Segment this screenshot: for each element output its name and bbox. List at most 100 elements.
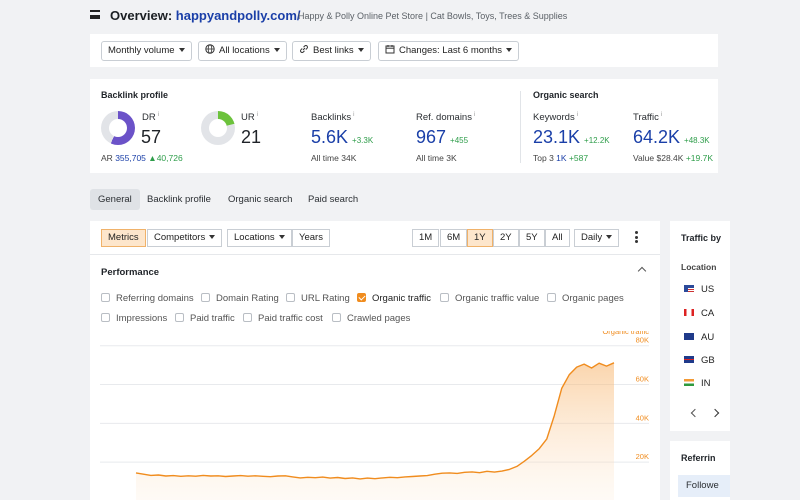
checkbox-box bbox=[243, 313, 252, 322]
ur-label[interactable]: UR i bbox=[241, 112, 258, 123]
performance-card: Metrics Competitors Locations Years 1M 6… bbox=[90, 221, 660, 500]
info-icon[interactable]: i bbox=[158, 112, 159, 118]
checkbox-box bbox=[357, 293, 366, 302]
checkbox-label: Paid traffic cost bbox=[258, 313, 323, 324]
ar-row: AR 355,705 ▲40,726 bbox=[101, 153, 183, 163]
organic-traffic-chart: Organic traffic80K60K40K20K bbox=[100, 331, 649, 500]
country-row-us[interactable]: US bbox=[684, 284, 714, 295]
range-1y[interactable]: 1Y bbox=[467, 229, 493, 247]
divider bbox=[90, 254, 660, 255]
country-label: IN bbox=[701, 378, 711, 389]
caret-down-icon bbox=[178, 48, 185, 53]
checkbox-impressions[interactable]: Impressions bbox=[101, 313, 167, 324]
ref-domains-value: 967 bbox=[416, 127, 447, 147]
top3-delta: +587 bbox=[568, 153, 589, 163]
info-icon[interactable]: i bbox=[257, 112, 258, 118]
chevron-up-icon[interactable] bbox=[637, 266, 647, 276]
checkbox-label: Crawled pages bbox=[347, 313, 411, 324]
traffic-metric[interactable]: 64.2K +48.3K bbox=[633, 127, 710, 148]
checkbox-referring-domains[interactable]: Referring domains bbox=[101, 293, 194, 304]
au-flag-icon bbox=[684, 333, 694, 340]
range-6m[interactable]: 6M bbox=[440, 229, 468, 247]
links-dropdown[interactable]: Best links bbox=[292, 41, 371, 61]
us-flag-icon bbox=[684, 285, 694, 292]
range-1m[interactable]: 1M bbox=[412, 229, 440, 247]
country-row-in[interactable]: IN bbox=[684, 378, 711, 389]
top3-value[interactable]: 1K bbox=[556, 153, 566, 163]
ref-domains-label[interactable]: Ref. domains i bbox=[416, 112, 475, 123]
locations-filter-dropdown[interactable]: Locations bbox=[227, 229, 292, 247]
country-row-gb[interactable]: GB bbox=[684, 355, 715, 366]
checkbox-url-rating[interactable]: URL Rating bbox=[286, 293, 350, 304]
locations-dropdown[interactable]: All locations bbox=[198, 41, 287, 61]
checkbox-crawled-pages[interactable]: Crawled pages bbox=[332, 313, 410, 324]
info-icon[interactable]: i bbox=[577, 112, 578, 118]
checkbox-paid-traffic-cost[interactable]: Paid traffic cost bbox=[243, 313, 323, 324]
y-tick-label: 60K bbox=[636, 375, 649, 384]
traffic-by-title: Traffic by bbox=[681, 233, 722, 243]
checkbox-box bbox=[547, 293, 556, 302]
checkbox-box bbox=[440, 293, 449, 302]
ur-donut bbox=[201, 111, 235, 145]
range-2y[interactable]: 2Y bbox=[493, 229, 519, 247]
page-title: Overview: happyandpolly.com/ bbox=[110, 8, 301, 23]
volume-dropdown[interactable]: Monthly volume bbox=[101, 41, 192, 61]
keywords-label[interactable]: Keywords i bbox=[533, 112, 578, 123]
checkbox-paid-traffic[interactable]: Paid traffic bbox=[175, 313, 235, 324]
checkbox-label: Impressions bbox=[116, 313, 168, 324]
performance-title: Performance bbox=[101, 267, 160, 278]
granularity-dropdown[interactable]: Daily bbox=[574, 229, 620, 247]
country-row-au[interactable]: AU bbox=[684, 332, 714, 343]
range-5y[interactable]: 5Y bbox=[519, 229, 545, 247]
keywords-value: 23.1K bbox=[533, 127, 581, 147]
traffic-label[interactable]: Traffic i bbox=[633, 112, 662, 123]
checkbox-domain-rating[interactable]: Domain Rating bbox=[201, 293, 279, 304]
ur-value: 21 bbox=[241, 127, 262, 147]
top3-label: Top 3 bbox=[533, 153, 554, 163]
backlinks-metric[interactable]: 5.6K +3.3K bbox=[311, 127, 373, 148]
followed-toggle[interactable]: Followe bbox=[678, 475, 730, 497]
country-row-ca[interactable]: CA bbox=[684, 308, 714, 319]
tab-paid-search[interactable]: Paid search bbox=[300, 189, 366, 210]
tab-backlink-profile[interactable]: Backlink profile bbox=[139, 189, 219, 210]
checkbox-organic-traffic[interactable]: Organic traffic bbox=[357, 293, 431, 304]
checkbox-organic-pages[interactable]: Organic pages bbox=[547, 293, 624, 304]
traffic-by-panel: Traffic by Location US CA AU GB IN bbox=[670, 221, 730, 431]
ar-value[interactable]: 355,705 bbox=[115, 153, 146, 163]
info-icon[interactable]: i bbox=[353, 112, 354, 118]
top3-row: Top 3 1K +587 bbox=[533, 153, 588, 163]
filter-bar: Monthly volume All locations Best links … bbox=[90, 34, 718, 67]
keywords-metric[interactable]: 23.1K +12.2K bbox=[533, 127, 610, 148]
years-toggle[interactable]: Years bbox=[292, 229, 330, 247]
changes-dropdown[interactable]: Changes: Last 6 months bbox=[378, 41, 519, 61]
stats-panel: Backlink profile DR i 57 AR 355,705 ▲40,7… bbox=[90, 79, 718, 173]
referring-panel: Referrin Followe bbox=[670, 441, 730, 500]
chevron-left-icon[interactable] bbox=[690, 408, 700, 418]
dr-value: 57 bbox=[141, 127, 162, 147]
competitors-dropdown[interactable]: Competitors bbox=[147, 229, 223, 247]
backlink-profile-title: Backlink profile bbox=[101, 90, 169, 100]
info-icon[interactable]: i bbox=[474, 112, 475, 118]
more-options-icon[interactable] bbox=[635, 231, 638, 243]
target-domain-link[interactable]: happyandpolly.com/ bbox=[176, 8, 301, 23]
value-label: Value bbox=[633, 153, 655, 163]
tab-general[interactable]: General bbox=[90, 189, 140, 210]
checkbox-box bbox=[201, 293, 210, 302]
chevron-right-icon[interactable] bbox=[710, 408, 720, 418]
menu-icon[interactable] bbox=[90, 10, 100, 19]
links-dropdown-label: Best links bbox=[313, 45, 354, 56]
caret-down-icon bbox=[278, 235, 285, 240]
backlinks-label-text: Backlinks bbox=[311, 112, 352, 124]
alltime-value: 34K bbox=[341, 153, 357, 163]
dr-label[interactable]: DR i bbox=[142, 112, 159, 123]
metrics-toggle[interactable]: Metrics bbox=[101, 229, 146, 247]
info-icon[interactable]: i bbox=[661, 112, 662, 118]
tab-organic-search[interactable]: Organic search bbox=[220, 189, 300, 210]
ref-domains-alltime: All time 3K bbox=[416, 153, 457, 163]
ref-domains-metric[interactable]: 967 +455 bbox=[416, 127, 468, 148]
range-all[interactable]: All bbox=[545, 229, 570, 247]
backlinks-label[interactable]: Backlinks i bbox=[311, 112, 354, 123]
checkbox-label: Domain Rating bbox=[216, 293, 279, 304]
checkbox-organic-traffic-value[interactable]: Organic traffic value bbox=[440, 293, 539, 304]
keywords-label-text: Keywords bbox=[533, 112, 575, 124]
